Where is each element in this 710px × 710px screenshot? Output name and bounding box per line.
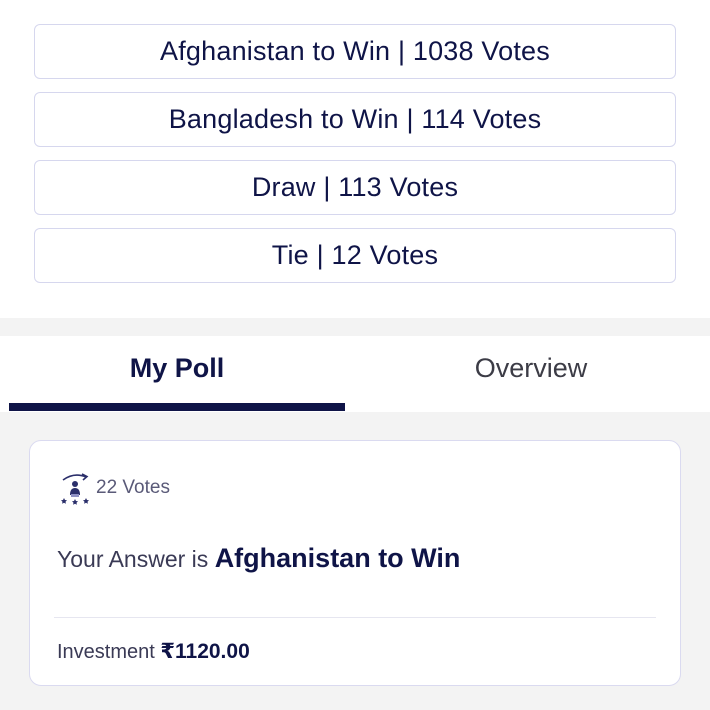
answer-value: Afghanistan to Win bbox=[214, 543, 461, 573]
option-afghanistan-button[interactable]: Afghanistan to Win | 1038 Votes bbox=[34, 24, 676, 79]
option-tie-button[interactable]: Tie | 12 Votes bbox=[34, 228, 676, 283]
voter-trophy-icon bbox=[61, 473, 89, 505]
investment-label: Investment bbox=[57, 641, 161, 663]
option-bangladesh-button[interactable]: Bangladesh to Win | 114 Votes bbox=[34, 92, 676, 147]
answer-label: Your Answer is bbox=[57, 546, 215, 572]
card-divider bbox=[54, 617, 656, 618]
poll-screen: Afghanistan to Win | 1038 Votes Banglade… bbox=[0, 0, 710, 710]
active-tab-indicator bbox=[9, 403, 345, 411]
tab-overview[interactable]: Overview bbox=[352, 336, 710, 412]
votes-count: 22 Votes bbox=[96, 477, 170, 498]
investment-value: ₹1120.00 bbox=[160, 640, 250, 663]
tab-my-poll[interactable]: My Poll bbox=[9, 336, 345, 412]
poll-tabs: My Poll Overview bbox=[0, 336, 710, 412]
my-poll-card: 22 Votes Your Answer is Afghanistan to W… bbox=[29, 440, 681, 686]
answer-row: Your Answer is Afghanistan to Win bbox=[57, 543, 460, 574]
investment-row: Investment ₹1120.00 bbox=[57, 639, 250, 664]
votes-row: 22 Votes bbox=[60, 471, 170, 505]
poll-options: Afghanistan to Win | 1038 Votes Banglade… bbox=[34, 24, 676, 296]
option-draw-button[interactable]: Draw | 113 Votes bbox=[34, 160, 676, 215]
